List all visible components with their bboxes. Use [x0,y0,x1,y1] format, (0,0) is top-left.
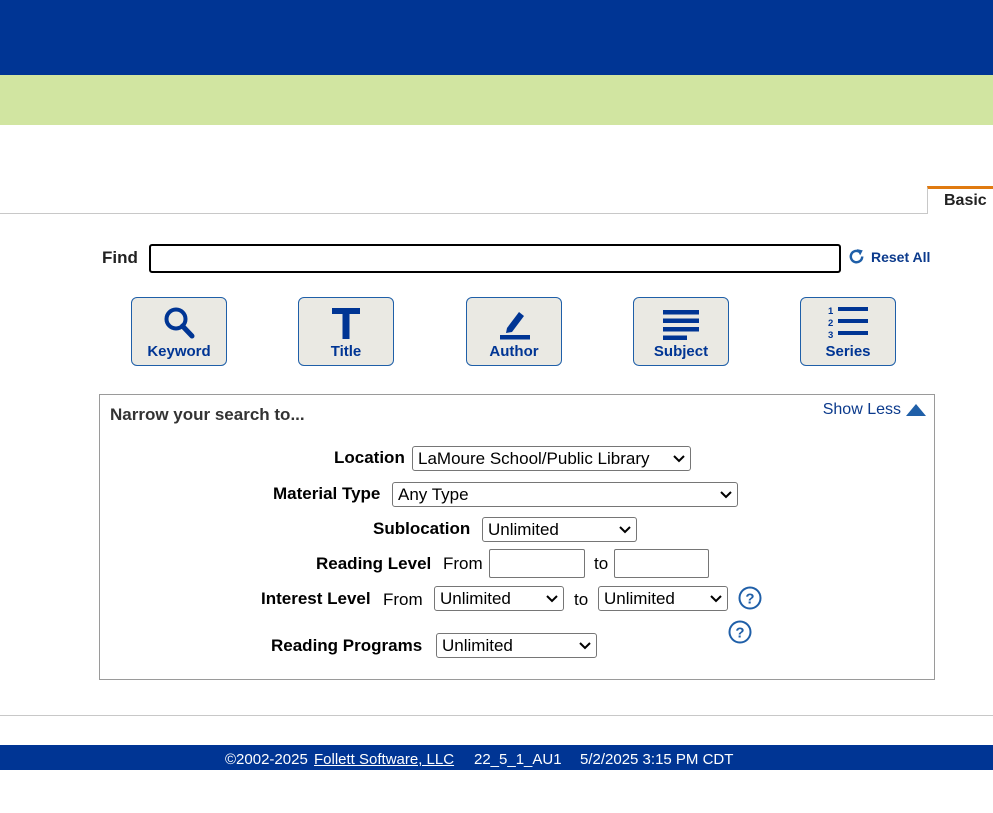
svg-text:?: ? [745,591,754,608]
title-label: Title [330,343,362,360]
location-label: Location [334,448,405,467]
sublocation-value: Unlimited [488,519,559,539]
subject-label: Subject [653,343,709,360]
reading-level-from-label: From [443,554,483,573]
sublocation-label: Sublocation [373,519,471,538]
series-label: Series [825,343,871,360]
svg-text:3: 3 [828,330,833,340]
subject-search-button[interactable]: Subject [633,297,729,366]
chevron-down-icon [579,642,591,650]
find-label: Find [102,248,138,267]
material-type-value: Any Type [398,484,469,504]
interest-level-help-icon[interactable]: ? [738,586,762,610]
location-select[interactable]: LaMoure School/Public Library [412,446,691,471]
svg-text:?: ? [735,625,744,642]
triangle-up-icon [906,404,926,416]
chevron-down-icon [720,491,732,499]
chevron-down-icon [546,595,558,603]
narrow-title: Narrow your search to... [110,405,305,424]
reading-programs-select[interactable]: Unlimited [436,633,597,658]
chevron-down-icon [619,526,631,534]
company-link[interactable]: Follett Software, LLC [314,751,454,768]
keyword-label: Keyword [147,343,211,360]
numbered-list-icon: 1 2 3 [828,306,868,340]
material-type-select[interactable]: Any Type [392,482,738,507]
material-type-label: Material Type [273,484,381,503]
refresh-icon [849,249,864,264]
reading-level-label: Reading Level [316,554,432,573]
svg-text:2: 2 [828,318,833,329]
chevron-down-icon [673,455,685,463]
narrow-search-panel: Narrow your search to... Show Less Locat… [99,394,935,680]
interest-level-from-value: Unlimited [440,588,511,608]
tab-basic[interactable]: Basic [927,186,993,214]
show-less-toggle[interactable]: Show Less [823,401,927,419]
subheader-band [0,75,993,125]
svg-text:1: 1 [828,306,834,317]
interest-level-to-label: to [574,590,589,609]
author-search-button[interactable]: Author [466,297,562,366]
reading-level-from-input[interactable] [489,549,585,578]
keyword-search-button[interactable]: Keyword [131,297,227,366]
interest-level-label: Interest Level [261,589,371,608]
reading-programs-help-icon[interactable]: ? [728,620,752,644]
sublocation-select[interactable]: Unlimited [482,517,637,542]
reset-all-label: Reset All [871,248,931,265]
chevron-down-icon [710,595,722,603]
header-bar [0,0,993,75]
magnifier-icon [164,307,195,339]
interest-level-from-select[interactable]: Unlimited [434,586,564,611]
series-search-button[interactable]: 1 2 3 Series [800,297,896,366]
reset-all-button[interactable]: Reset All [847,247,930,266]
reading-level-to-input[interactable] [614,549,709,578]
reading-programs-value: Unlimited [442,635,513,655]
reading-level-to-label: to [594,554,609,573]
interest-level-from-label: From [383,590,423,609]
copyright-text: ©2002-2025 [225,751,308,768]
version-text: 22_5_1_AU1 [474,751,562,768]
tab-divider [0,213,993,214]
pencil-icon [500,312,530,340]
footer-divider [0,715,993,716]
author-label: Author [489,343,539,360]
footer-bar: ©2002-2025 Follett Software, LLC 22_5_1_… [0,745,993,770]
title-search-button[interactable]: Title [298,297,394,366]
reading-programs-label: Reading Programs [271,636,423,655]
find-input[interactable] [149,244,841,273]
letter-t-icon [332,308,360,339]
show-less-label: Show Less [822,401,901,418]
lines-icon [663,310,699,340]
interest-level-to-value: Unlimited [604,588,675,608]
timestamp-text: 5/2/2025 3:15 PM CDT [580,751,734,768]
interest-level-to-select[interactable]: Unlimited [598,586,728,611]
location-value: LaMoure School/Public Library [418,448,650,468]
